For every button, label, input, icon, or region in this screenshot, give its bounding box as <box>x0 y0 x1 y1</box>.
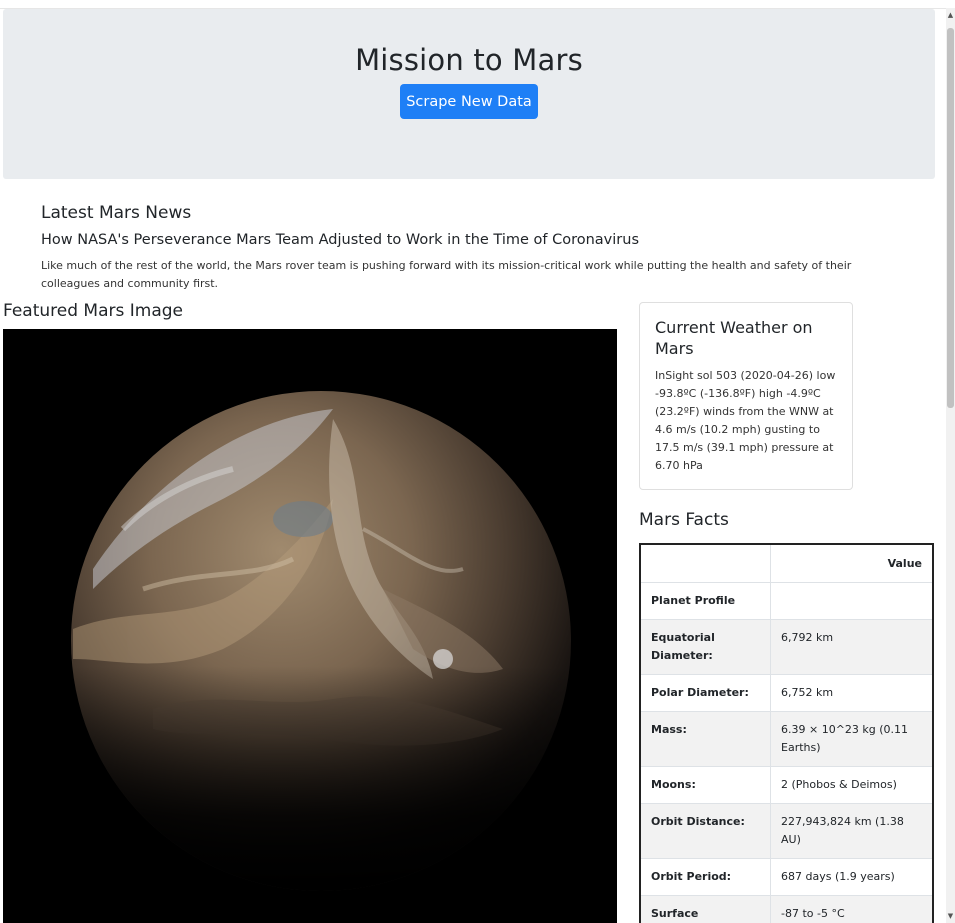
page: Mission to Mars Scrape New Data Latest M… <box>0 0 946 923</box>
table-row: Orbit Distance: 227,943,824 km (1.38 AU) <box>639 803 934 859</box>
fact-value <box>770 582 934 620</box>
news-section: Latest Mars News How NASA's Perseverance… <box>41 203 886 293</box>
fact-value: 227,943,824 km (1.38 AU) <box>770 803 934 859</box>
mars-facts-table: Value Planet Profile Equatorial Diameter… <box>639 543 934 923</box>
weather-heading: Current Weather on Mars <box>655 318 813 358</box>
facts-heading: Mars Facts <box>639 510 729 530</box>
fact-value: 687 days (1.9 years) <box>770 858 934 896</box>
news-heading: Latest Mars News <box>41 203 192 223</box>
news-title: How NASA's Perseverance Mars Team Adjust… <box>41 232 639 248</box>
fact-label: Polar Diameter: <box>639 674 771 712</box>
fact-value: 2 (Phobos & Deimos) <box>770 766 934 804</box>
facts-header-value: Value <box>770 543 934 583</box>
page-title: Mission to Mars <box>355 43 583 77</box>
scroll-down-arrow-icon[interactable]: ▼ <box>946 911 955 921</box>
fact-label: Mass: <box>639 711 771 767</box>
scrape-new-data-button[interactable]: Scrape New Data <box>400 84 538 119</box>
fact-value: 6,792 km <box>770 619 934 675</box>
table-row: Mass: 6.39 × 10^23 kg (0.11 Earths) <box>639 711 934 767</box>
table-row: Equatorial Diameter: 6,792 km <box>639 619 934 675</box>
header-jumbotron: Mission to Mars Scrape New Data <box>3 9 935 179</box>
table-row: Moons: 2 (Phobos & Deimos) <box>639 766 934 804</box>
fact-label: Equatorial Diameter: <box>639 619 771 675</box>
featured-image-heading: Featured Mars Image <box>3 301 184 321</box>
weather-card: Current Weather on Mars InSight sol 503 … <box>639 302 853 490</box>
fact-label: Orbit Period: <box>639 858 771 896</box>
facts-header-row: Value <box>639 543 934 583</box>
page-scrollbar[interactable]: ▲ ▼ <box>946 8 955 923</box>
news-paragraph: Like much of the rest of the world, the … <box>41 259 852 290</box>
table-row: Surface Temperature: -87 to -5 °C <box>639 895 934 923</box>
facts-header-empty <box>639 543 771 583</box>
scrollbar-thumb[interactable] <box>947 28 954 408</box>
fact-label: Moons: <box>639 766 771 804</box>
fact-label: Planet Profile <box>639 582 771 620</box>
table-row: Orbit Period: 687 days (1.9 years) <box>639 858 934 896</box>
fact-value: 6.39 × 10^23 kg (0.11 Earths) <box>770 711 934 767</box>
scroll-up-arrow-icon[interactable]: ▲ <box>946 10 955 20</box>
fact-value: 6,752 km <box>770 674 934 712</box>
weather-text: InSight sol 503 (2020-04-26) low -93.8ºC… <box>655 369 836 472</box>
fact-label: Surface Temperature: <box>639 895 771 923</box>
table-row: Polar Diameter: 6,752 km <box>639 674 934 712</box>
fact-value: -87 to -5 °C <box>770 895 934 923</box>
planet-illustration <box>3 329 617 923</box>
table-row: Planet Profile <box>639 582 934 620</box>
fact-label: Orbit Distance: <box>639 803 771 859</box>
featured-mars-image <box>3 329 617 923</box>
